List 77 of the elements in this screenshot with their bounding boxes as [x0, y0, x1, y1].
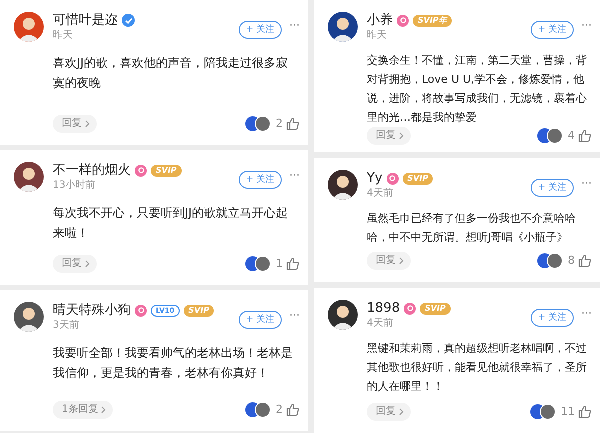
liker-avatars-icon [245, 402, 271, 418]
comment-time: 13小时前 [53, 179, 97, 193]
like-icon[interactable] [286, 403, 300, 417]
avatar-icon [14, 12, 44, 42]
vip-icon [135, 164, 147, 176]
chevron-icon [399, 132, 404, 140]
like-count: 11 [561, 404, 575, 420]
svip-badge: SVIP [402, 172, 434, 184]
comment-text: 虽然毛巾已经有了但多一份我也不介意哈哈哈，中不中无所谓。想听J哥唱《小瓶子》 [367, 211, 577, 246]
avatar-icon [328, 170, 358, 200]
vip-icon [397, 14, 409, 26]
follow-button[interactable]: + 关注 [239, 171, 282, 189]
follow-button[interactable]: + 关注 [239, 21, 282, 39]
follow-button[interactable]: + 关注 [531, 21, 574, 39]
user-name: Yy [367, 170, 383, 187]
liker-avatars-icon [245, 256, 271, 272]
more-button[interactable]: ··· [290, 19, 300, 33]
user-name: 可惜叶是迩 [53, 12, 118, 29]
chevron-icon [399, 408, 404, 416]
like-icon[interactable] [578, 254, 592, 268]
comment-time: 3天前 [53, 319, 80, 333]
avatar-icon [328, 300, 358, 330]
comment-time: 昨天 [53, 29, 74, 43]
like-icon[interactable] [286, 117, 300, 131]
svip-badge: SVIP年 [413, 14, 452, 26]
follow-button[interactable]: + 关注 [531, 309, 574, 327]
like-icon[interactable] [286, 257, 300, 271]
like-icon[interactable] [578, 405, 592, 419]
follow-button[interactable]: + 关注 [531, 179, 574, 197]
more-button[interactable]: ··· [582, 177, 592, 191]
reply-button[interactable]: 1条回复 [53, 401, 114, 419]
avatar-icon [14, 162, 44, 192]
chevron-icon [85, 260, 90, 268]
comment-text: 每次我不开心，只要听到JJ的歌就立马开心起来啦！ [53, 205, 290, 242]
comment-text: 喜欢JJ的歌，喜欢他的声音，陪我走过很多寂寞的夜晚 [53, 55, 290, 92]
vip-icon [404, 302, 416, 314]
vip-icon [386, 172, 399, 184]
user-name: 小养 [367, 12, 393, 29]
like-count: 2 [276, 402, 283, 418]
comment-time: 昨天 [367, 29, 388, 43]
like-count: 4 [568, 128, 575, 144]
chevron-icon [85, 120, 90, 128]
reply-button[interactable]: 回复 [53, 255, 97, 273]
vip-icon [135, 304, 147, 316]
svip-badge: SVIP [151, 164, 182, 176]
avatar-icon [14, 302, 44, 332]
liker-avatars-icon [537, 128, 563, 144]
comment-text: 我要听全部！我要看帅气的老林出场！老林是我信仰，更是我的青春，老林有你真好！ [53, 345, 294, 382]
user-name: 不一样的烟火 [53, 162, 131, 179]
more-button[interactable]: ··· [290, 309, 300, 323]
more-button[interactable]: ··· [290, 169, 300, 183]
comment-time: 4天前 [367, 187, 394, 201]
follow-button[interactable]: + 关注 [239, 311, 282, 329]
reply-button[interactable]: 回复 [367, 127, 411, 145]
verified-icon [122, 14, 135, 27]
comment-text: 交换余生！不懂，江南，第二天堂，曹操，背对背拥抱，Love U U,学不会，修炼爱情，他说，进阶，将故事写成我们，无滤镜，裹着心里的光…都是我的挚爱 [367, 53, 588, 126]
user-name: 1898 [367, 300, 400, 317]
svip-badge: SVIP [420, 302, 451, 314]
like-count: 2 [276, 116, 283, 132]
like-icon[interactable] [578, 129, 592, 143]
liker-avatars-icon [530, 404, 556, 420]
more-button[interactable]: ··· [582, 307, 592, 321]
reply-button[interactable]: 回复 [367, 403, 411, 421]
reply-button[interactable]: 回复 [367, 252, 411, 270]
reply-button[interactable]: 回复 [53, 115, 97, 133]
like-count: 1 [276, 256, 283, 272]
comment-text: 黑键和茉莉雨，真的超级想听老林唱啊，不过其他歌也很好听，能看见他就很幸福了，圣所的人在哪里！！ [367, 341, 588, 395]
comment-time: 4天前 [367, 317, 394, 331]
chevron-icon [101, 406, 106, 414]
user-name: 晴天特殊小狗 [53, 302, 131, 319]
liker-avatars-icon [245, 116, 271, 132]
like-count: 8 [568, 252, 575, 269]
svip-badge: SVIP [184, 304, 214, 316]
chevron-icon [399, 257, 404, 265]
liker-avatars-icon [537, 253, 563, 269]
avatar-icon [328, 12, 358, 42]
more-button[interactable]: ··· [582, 19, 592, 33]
